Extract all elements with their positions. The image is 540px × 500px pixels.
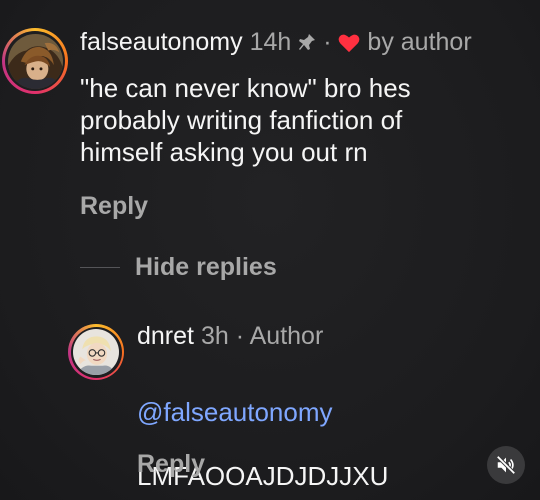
heart-icon [339, 35, 360, 53]
reply-header: dnret 3h · Author [137, 321, 323, 351]
reply-avatar [73, 329, 119, 375]
avatar [7, 33, 63, 89]
hide-replies-label: Hide replies [135, 253, 277, 281]
mute-button[interactable] [487, 446, 525, 484]
comment-text: "he can never know" bro hes probably wri… [80, 73, 411, 167]
comment-header: falseautonomy 14h · by author [80, 27, 472, 57]
avatar-story-ring[interactable] [2, 28, 68, 94]
comment-thread: falseautonomy 14h · by author "he can ne… [0, 0, 540, 500]
separator-dot: · [235, 322, 245, 350]
comment-username[interactable]: falseautonomy [80, 28, 243, 56]
divider-line [80, 266, 120, 268]
reply-avatar-story-ring[interactable] [68, 324, 124, 380]
reply-time: 3h [200, 322, 229, 350]
liked-by-author-label: by author [367, 28, 472, 56]
reply-to-reply-button[interactable]: Reply [137, 449, 205, 479]
separator-dot: · [323, 28, 332, 56]
speaker-muted-icon [496, 455, 516, 475]
comment-time: 14h [249, 28, 292, 56]
reply-username[interactable]: dnret [137, 322, 194, 350]
author-badge: Author [249, 322, 324, 350]
pin-icon [299, 34, 316, 51]
hide-replies-button[interactable]: Hide replies [80, 252, 277, 282]
reply-button[interactable]: Reply [80, 191, 148, 221]
mention-link[interactable]: @falseautonomy [137, 397, 333, 427]
